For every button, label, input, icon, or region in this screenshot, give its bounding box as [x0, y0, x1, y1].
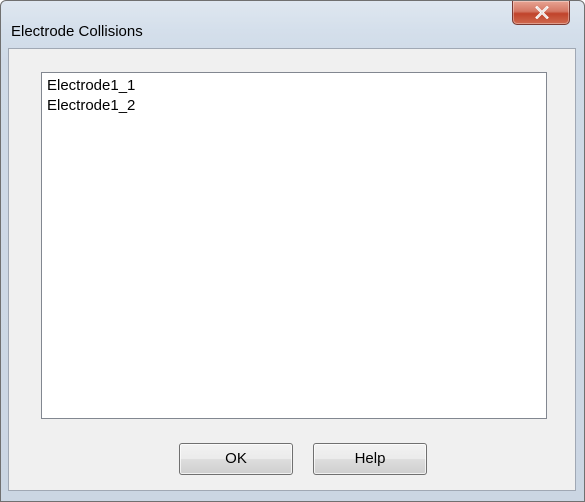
title-bar[interactable]: Electrode Collisions [1, 1, 584, 41]
list-item[interactable]: Electrode1_1 [47, 76, 541, 96]
help-button[interactable]: Help [313, 443, 427, 475]
dialog-client-area: Electrode1_1 Electrode1_2 OK Help [8, 48, 576, 491]
dialog-window: Electrode Collisions Electrode1_1 Electr… [0, 0, 585, 502]
list-item[interactable]: Electrode1_2 [47, 96, 541, 116]
window-title: Electrode Collisions [11, 23, 143, 40]
collisions-listbox[interactable]: Electrode1_1 Electrode1_2 [41, 72, 547, 419]
close-button[interactable] [512, 1, 570, 25]
ok-button[interactable]: OK [179, 443, 293, 475]
close-icon [535, 6, 549, 19]
